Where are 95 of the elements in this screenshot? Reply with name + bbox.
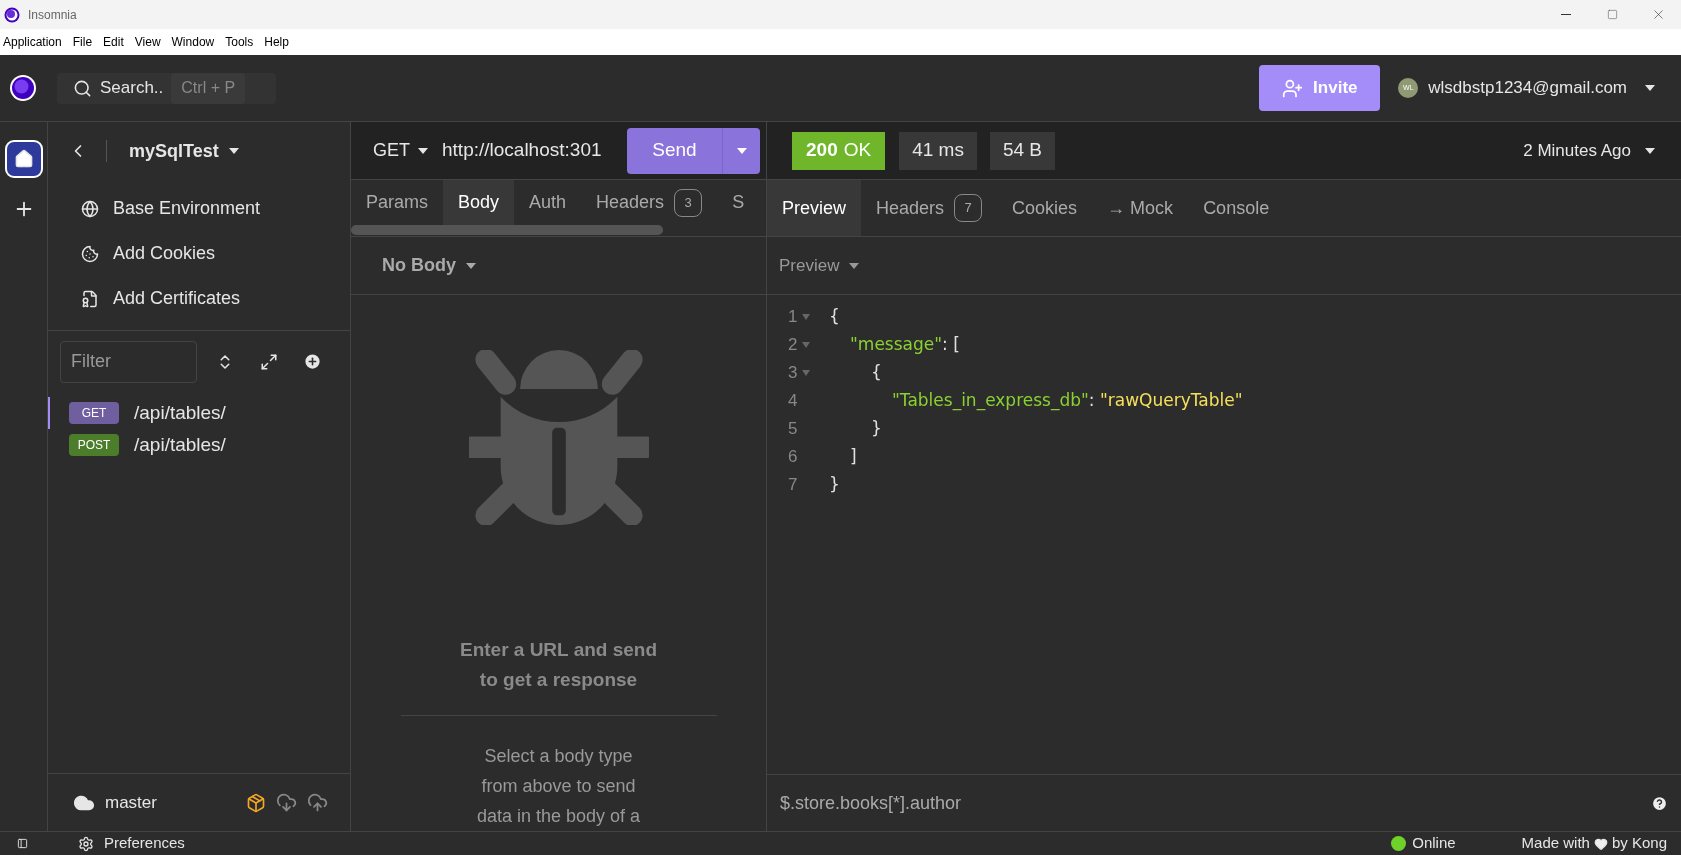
empty-hint: Select a body type from above to send data in the body of a	[475, 745, 642, 828]
search-icon	[73, 78, 92, 98]
line-number: 2	[788, 334, 798, 357]
globe-icon	[81, 199, 99, 218]
menu-item[interactable]: Tools	[225, 33, 254, 51]
fold-icon[interactable]	[802, 342, 811, 348]
home-icon	[13, 149, 34, 169]
code-line: "message": [	[849, 333, 961, 357]
branch-name[interactable]: master	[105, 789, 157, 816]
line-number: 4	[788, 390, 798, 413]
expand-icon[interactable]	[260, 352, 278, 371]
project-name[interactable]: mySqlTest	[129, 137, 219, 165]
cookie-icon	[81, 244, 99, 263]
response-tab[interactable]: Console	[1188, 180, 1285, 236]
menu-item[interactable]: Window	[171, 33, 215, 51]
search-field[interactable]: Search.. Ctrl + P	[57, 72, 276, 104]
fold-icon[interactable]	[802, 314, 811, 320]
line-number: 5	[788, 418, 798, 441]
app-logo-icon	[4, 6, 20, 23]
heart-icon	[1593, 836, 1608, 851]
caret-icon	[1645, 85, 1655, 91]
url-field[interactable]: http://localhost:301	[442, 136, 627, 165]
shortcut-hint: Ctrl + P	[171, 72, 246, 104]
request-tab[interactable]: Body	[443, 180, 515, 225]
home-button[interactable]	[4, 140, 43, 178]
fold-icon[interactable]	[802, 370, 811, 376]
code-line: ]	[849, 445, 858, 469]
request-item[interactable]: GET /api/tables/	[48, 397, 350, 429]
code-line: {	[870, 361, 883, 385]
caret-icon	[466, 262, 476, 269]
user-email[interactable]: wlsdbstp1234@gmail.com	[1428, 75, 1627, 101]
menu-item[interactable]: View	[134, 33, 161, 51]
brand-credit: by Kong	[1611, 833, 1667, 854]
settings-icon	[78, 835, 94, 852]
caret-icon	[1645, 147, 1655, 154]
size-badge: 54 B	[989, 131, 1055, 170]
bug-icon	[468, 350, 649, 526]
certificate-icon	[81, 289, 99, 308]
package-icon[interactable]	[246, 792, 266, 813]
sidebar-item[interactable]: Base Environment	[48, 186, 350, 231]
preferences-link[interactable]: Preferences	[78, 832, 185, 855]
response-filter-field[interactable]: $.store.books[*].author	[780, 789, 1651, 817]
add-request-icon[interactable]	[303, 352, 322, 371]
code-line: }	[829, 473, 841, 497]
window-title: Insomnia	[28, 6, 77, 24]
line-number: 7	[788, 474, 798, 497]
line-number: 6	[788, 446, 798, 469]
time-badge: 41 ms	[899, 131, 977, 170]
menu-item[interactable]: Edit	[103, 33, 124, 51]
menu-item[interactable]: Help	[264, 33, 289, 51]
request-tab[interactable]: Headers 3	[581, 180, 718, 225]
menu-item[interactable]: File	[72, 33, 93, 51]
caret-icon	[228, 148, 239, 154]
empty-title: Enter a URL and send to get a response	[458, 638, 659, 693]
maximize-icon	[1606, 9, 1618, 20]
search-label: Search..	[100, 77, 164, 100]
request-item[interactable]: POST /api/tables/	[48, 429, 350, 461]
line-number: 1	[788, 306, 798, 329]
body-type-select[interactable]: No Body	[382, 252, 476, 279]
sidebar-item[interactable]: Add Certificates	[48, 276, 350, 321]
sidebar-toggle-icon[interactable]	[17, 838, 28, 849]
history-select[interactable]: 2 Minutes Ago	[1523, 137, 1655, 164]
add-user-icon	[1282, 77, 1304, 99]
minimize-icon	[1561, 14, 1571, 15]
request-tab[interactable]: S	[717, 180, 760, 225]
response-tab[interactable]: Headers 7	[861, 180, 998, 236]
code-line: {	[829, 305, 841, 329]
made-with-text: Made with	[1521, 833, 1590, 854]
response-tab[interactable]: Preview	[767, 180, 862, 236]
response-tab[interactable]: → Mock	[1092, 180, 1189, 236]
status-badge: 200 OK	[792, 131, 886, 170]
request-tab[interactable]: Params	[351, 180, 443, 225]
online-status: Online	[1412, 833, 1456, 854]
filter-field[interactable]: Filter	[60, 340, 197, 383]
code-line: "Tables_in_express_db": "rawQueryTable"	[891, 389, 1244, 413]
help-icon[interactable]	[1651, 794, 1668, 812]
app-logo-icon	[9, 74, 37, 102]
request-path: /api/tables/	[134, 400, 226, 425]
caret-icon	[736, 147, 747, 154]
sidebar-item[interactable]: Add Cookies	[48, 231, 350, 276]
line-number: 3	[788, 362, 798, 385]
caret-icon	[849, 262, 860, 269]
request-path: /api/tables/	[134, 432, 226, 457]
preview-mode-select[interactable]: Preview	[779, 252, 860, 279]
method-select[interactable]: GET	[373, 137, 428, 164]
cloud-download-icon[interactable]	[276, 792, 297, 813]
cloud-upload-icon[interactable]	[307, 792, 328, 813]
code-line: }	[870, 417, 883, 441]
method-tag: POST	[69, 434, 119, 456]
method-tag: GET	[69, 402, 119, 424]
response-tab[interactable]: Cookies	[997, 180, 1093, 236]
scrollbar[interactable]	[351, 225, 663, 235]
menu-item[interactable]: Application	[3, 33, 62, 51]
caret-icon	[418, 147, 428, 154]
request-tab[interactable]: Auth	[514, 180, 582, 225]
